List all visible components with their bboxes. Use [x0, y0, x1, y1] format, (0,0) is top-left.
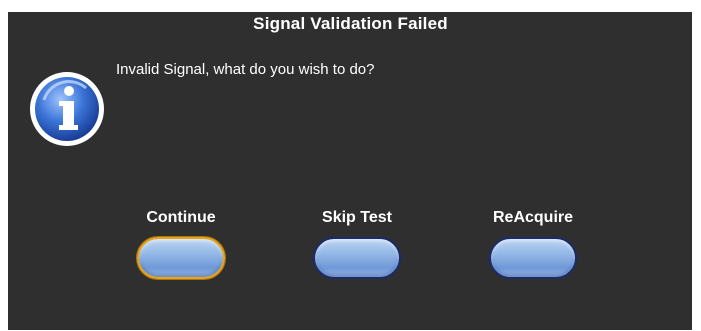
continue-label: Continue [146, 209, 216, 226]
continue-button-group: Continue [126, 209, 236, 279]
dialog-title: Signal Validation Failed [253, 14, 448, 33]
continue-button[interactable] [137, 237, 225, 279]
info-icon [28, 70, 106, 148]
signal-validation-dialog [0, 0, 701, 331]
dialog-body [8, 12, 692, 330]
reacquire-button-group: ReAcquire [478, 209, 588, 279]
reacquire-button[interactable] [489, 237, 577, 279]
dialog-message: Invalid Signal, what do you wish to do? [116, 61, 375, 78]
skip-test-button-group: Skip Test [302, 209, 412, 279]
reacquire-label: ReAcquire [492, 209, 574, 226]
skip-test-label: Skip Test [322, 209, 392, 226]
skip-test-button[interactable] [313, 237, 401, 279]
